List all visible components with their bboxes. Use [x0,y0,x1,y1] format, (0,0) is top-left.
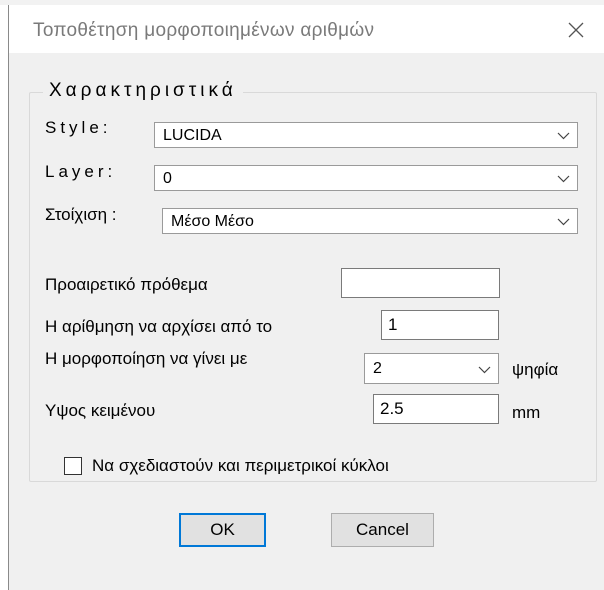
text-height-unit-label: mm [512,403,541,422]
digits-combobox[interactable]: 2 [364,353,499,384]
prefix-input[interactable] [341,268,500,298]
style-combobox[interactable]: LUCIDA [154,122,578,148]
style-combobox-value: LUCIDA [163,127,222,144]
start-number-input[interactable] [381,310,499,340]
layer-combobox[interactable]: 0 [154,165,578,191]
ok-button[interactable]: OK [179,513,266,547]
prefix-label: Προαιρετικό πρόθεμα [45,275,208,294]
chevron-down-icon [557,175,570,183]
draw-circles-checkbox[interactable] [64,457,82,475]
digits-label: Η μορφοποίηση να γίνει με [45,349,248,368]
chevron-down-icon [478,366,491,374]
chevron-down-icon [557,218,570,226]
alignment-combobox[interactable]: Μέσο Μέσο [162,208,578,234]
layer-label: Layer: [45,162,117,181]
chevron-down-icon [557,132,570,140]
title-bar: Τοποθέτηση μορφοποιημένων αριθμών [9,5,604,53]
start-number-label: Η αρίθμηση να αρχίσει από το [45,317,273,336]
alignment-label: Στοίχιση : [45,205,117,224]
alignment-combobox-value: Μέσο Μέσο [171,213,254,230]
draw-circles-label[interactable]: Να σχεδιαστούν και περιμετρικοί κύκλοι [92,456,389,476]
text-height-label: Υψος κειμένου [45,401,156,420]
dialog-window: Τοποθέτηση μορφοποιημένων αριθμών Χαρακτ… [8,5,604,590]
digits-combobox-value: 2 [373,360,382,377]
cancel-button[interactable]: Cancel [331,513,434,547]
digits-unit-label: ψηφία [512,360,559,379]
window-title: Τοποθέτηση μορφοποιημένων αριθμών [33,20,375,41]
groupbox-legend: Χαρακτηριστικά [43,80,243,102]
text-height-input[interactable] [373,394,499,424]
style-label: Style: [45,118,112,137]
layer-combobox-value: 0 [163,170,172,187]
close-icon[interactable] [563,17,589,43]
